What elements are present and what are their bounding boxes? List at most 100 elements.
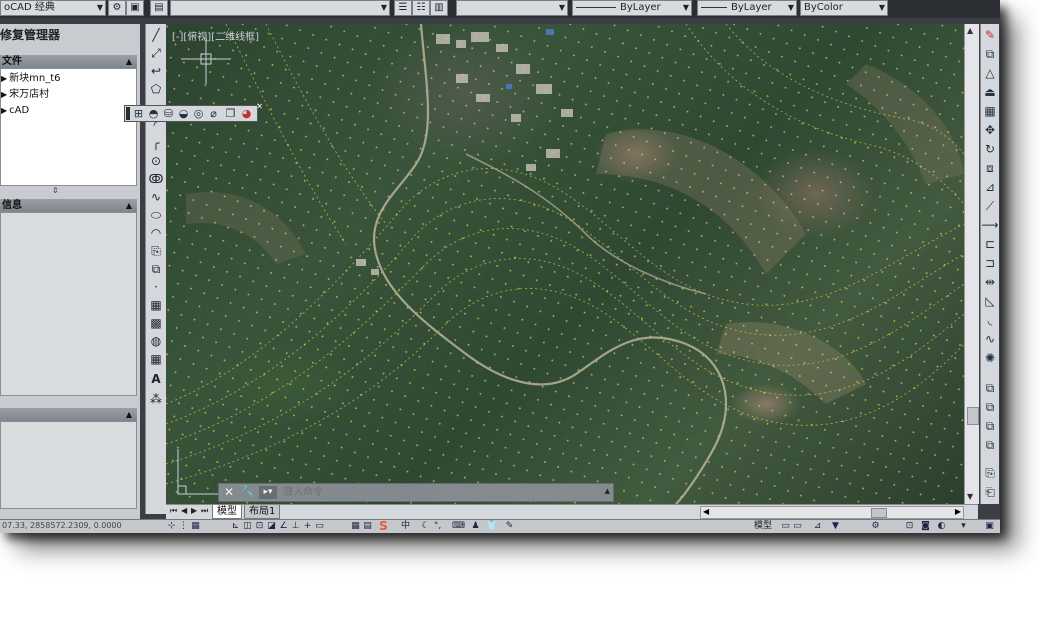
annotation-visibility-icon[interactable]: ▼ bbox=[830, 520, 841, 532]
last-tab-icon[interactable]: ⏭ bbox=[201, 506, 208, 516]
chamfer-icon[interactable]: ◺ bbox=[981, 292, 999, 310]
erase-icon[interactable]: ✎ bbox=[981, 26, 999, 44]
object-snap-tracking-icon[interactable]: ∠ bbox=[278, 520, 289, 532]
file-item[interactable]: ▶ 新块mn_t6 bbox=[1, 71, 136, 87]
layer-dropdown[interactable]: ▼ bbox=[170, 0, 390, 16]
dynamic-input-icon[interactable]: + bbox=[302, 520, 313, 532]
chevron-up-icon[interactable]: ▲ bbox=[605, 487, 610, 495]
lineweight-toggle-icon[interactable]: ▭ bbox=[314, 520, 325, 532]
file-item[interactable]: ▶ 宋万店村 bbox=[1, 87, 136, 103]
polyline-icon[interactable]: ↩ bbox=[147, 62, 165, 80]
revision-cloud-icon[interactable]: ↂ bbox=[147, 170, 165, 188]
torus-icon[interactable]: ◎ bbox=[191, 106, 206, 121]
draworder-above-icon[interactable]: ⧉ bbox=[981, 417, 999, 435]
gradient-icon[interactable]: ▩ bbox=[147, 314, 165, 332]
model-space-label[interactable]: 模型 bbox=[754, 520, 772, 532]
grid-icon[interactable]: ⊞ bbox=[131, 106, 146, 121]
hatch-icon[interactable]: ▦ bbox=[147, 296, 165, 314]
details-section-header[interactable]: 信息 ▲ bbox=[0, 199, 137, 212]
add-selected-icon[interactable]: ⁂ bbox=[147, 390, 165, 408]
sphere-icon[interactable]: ◓ bbox=[146, 106, 161, 121]
quick-view-drawings-icon[interactable]: ▭ bbox=[792, 520, 803, 532]
3d-object-snap-icon[interactable]: ◪ bbox=[266, 520, 277, 532]
scale-icon[interactable]: ⧈ bbox=[981, 159, 999, 177]
slice-icon[interactable]: ⌀ bbox=[206, 106, 221, 121]
break-at-point-icon[interactable]: ⊐ bbox=[981, 254, 999, 272]
draworder-front-icon[interactable]: ⧉ bbox=[981, 379, 999, 397]
draworder-under-icon[interactable]: ⧉ bbox=[981, 436, 999, 454]
scroll-right-icon[interactable]: ▶ bbox=[955, 507, 961, 516]
box-icon[interactable]: ❒ bbox=[223, 106, 238, 121]
text-front-icon[interactable]: ⎘ bbox=[981, 464, 999, 482]
workspace-dropdown[interactable]: oCAD 经典 ▼ bbox=[0, 0, 106, 16]
quick-properties-icon[interactable]: ▦ bbox=[350, 520, 361, 532]
blend-curves-icon[interactable]: ∿ bbox=[981, 330, 999, 348]
splitter-icon[interactable]: ⇕ bbox=[52, 186, 59, 195]
gear-icon[interactable]: ⚙ bbox=[108, 0, 126, 16]
ime-shirt-icon[interactable]: 👕 bbox=[486, 520, 497, 532]
arc2-icon[interactable]: ╭ bbox=[147, 134, 165, 152]
clean-screen-icon[interactable]: ▣ bbox=[984, 520, 995, 532]
cylinder-icon[interactable]: ⛁ bbox=[161, 106, 176, 121]
infer-constraints-icon[interactable]: ⊹ bbox=[166, 520, 177, 532]
workspace-switching-icon[interactable]: ⚙ bbox=[870, 520, 881, 532]
polygon-icon[interactable]: ⬠ bbox=[147, 80, 165, 98]
snap-mode-icon[interactable]: ⋮ bbox=[178, 520, 189, 532]
expand-icon[interactable]: ▶ bbox=[1, 90, 7, 99]
break-icon[interactable]: ⊏ bbox=[981, 235, 999, 253]
lineweight-dropdown[interactable]: ByLayer ▼ bbox=[697, 0, 797, 16]
collapse-icon[interactable]: ▲ bbox=[126, 408, 132, 421]
spline-icon[interactable]: ∿ bbox=[147, 188, 165, 206]
make-current-layer-icon[interactable]: ☰ bbox=[394, 0, 412, 16]
scroll-thumb[interactable] bbox=[871, 508, 887, 518]
status-menu-icon[interactable]: ▾ bbox=[958, 520, 969, 532]
workspace-settings-icon[interactable]: ▣ bbox=[126, 0, 144, 16]
prev-tab-icon[interactable]: ◀ bbox=[181, 506, 187, 515]
quick-view-layouts-icon[interactable]: ▭ bbox=[780, 520, 791, 532]
fillet-icon[interactable]: ◟ bbox=[981, 311, 999, 329]
scroll-down-icon[interactable]: ▼ bbox=[967, 492, 973, 501]
stretch-icon[interactable]: ⊿ bbox=[981, 178, 999, 196]
tab-layout1[interactable]: 布局1 bbox=[244, 505, 281, 519]
ellipse-arc-icon[interactable]: ◠ bbox=[147, 224, 165, 242]
shade-icon[interactable]: ◕ bbox=[239, 106, 254, 121]
insert-block-icon[interactable]: ⎘ bbox=[147, 242, 165, 260]
grid-display-icon[interactable]: ▦ bbox=[190, 520, 201, 532]
move-icon[interactable]: ✥ bbox=[981, 121, 999, 139]
copy-icon[interactable]: ⧉ bbox=[981, 45, 999, 63]
layer-match-icon[interactable]: ▥ bbox=[430, 0, 448, 16]
ortho-mode-icon[interactable]: ⊾ bbox=[230, 520, 241, 532]
drawing-canvas[interactable]: [-][俯视][二维线框] bbox=[166, 24, 964, 504]
region-icon[interactable]: ◍ bbox=[147, 332, 165, 350]
viewport-label[interactable]: [-][俯视][二维线框] bbox=[172, 28, 259, 43]
polar-tracking-icon[interactable]: ◫ bbox=[242, 520, 253, 532]
trim-icon[interactable]: ⟋ bbox=[981, 197, 999, 215]
coordinate-readout[interactable]: 07.33, 2858572.2309, 0.0000 bbox=[2, 520, 122, 532]
layer-manager-icon[interactable]: ▤ bbox=[150, 0, 168, 16]
object-snap-icon[interactable]: ⊡ bbox=[254, 520, 265, 532]
ellipse-icon[interactable]: ⬭ bbox=[147, 206, 165, 224]
hatch-back-icon[interactable]: ⎗ bbox=[981, 483, 999, 501]
scroll-thumb[interactable] bbox=[967, 407, 979, 425]
ime-punct-icon[interactable]: °, bbox=[432, 520, 443, 532]
ime-chinese-icon[interactable]: 中 bbox=[400, 520, 411, 532]
cone-icon[interactable]: ◒ bbox=[176, 106, 191, 121]
grip-handle[interactable] bbox=[126, 107, 130, 120]
ime-settings-icon[interactable]: ✎ bbox=[504, 520, 515, 532]
preview-section-header[interactable]: ▲ bbox=[0, 408, 137, 421]
ime-keyboard-icon[interactable]: ⌨ bbox=[452, 520, 465, 532]
draworder-back-icon[interactable]: ⧉ bbox=[981, 398, 999, 416]
files-section-header[interactable]: 文件 ▲ bbox=[0, 55, 137, 68]
isolate-objects-icon[interactable]: ◐ bbox=[936, 520, 947, 532]
collapse-icon[interactable]: ▲ bbox=[126, 55, 132, 68]
linetype-dropdown[interactable]: ByLayer ▼ bbox=[572, 0, 692, 16]
make-block-icon[interactable]: ⧉ bbox=[147, 260, 165, 278]
vertical-scrollbar[interactable]: ▲ ▼ bbox=[964, 24, 979, 504]
hardware-accel-icon[interactable]: ◙ bbox=[920, 520, 931, 532]
dynamic-ucs-icon[interactable]: ⊥ bbox=[290, 520, 301, 532]
first-tab-icon[interactable]: ⏮ bbox=[170, 506, 177, 516]
extend-icon[interactable]: ⟶ bbox=[981, 216, 999, 234]
expand-icon[interactable]: ▶ bbox=[1, 74, 7, 83]
join-icon[interactable]: ⇹ bbox=[981, 273, 999, 291]
expand-icon[interactable]: ▶ bbox=[1, 106, 7, 115]
